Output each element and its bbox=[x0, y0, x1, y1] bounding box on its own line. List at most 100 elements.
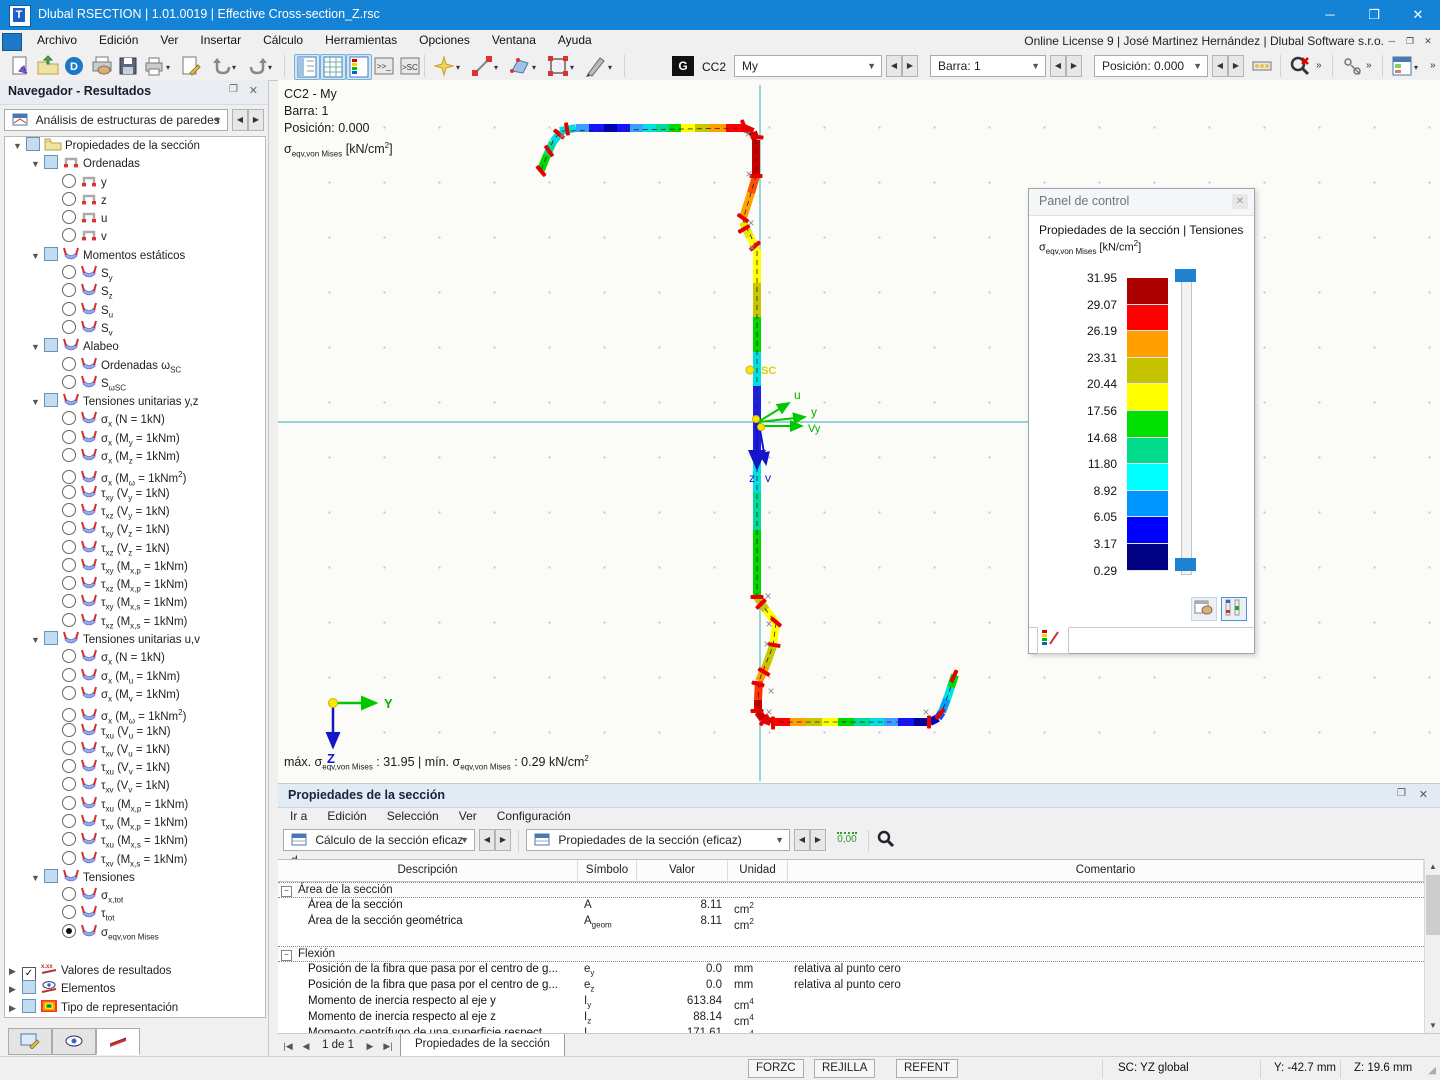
new-file-icon[interactable] bbox=[8, 54, 32, 78]
tree-result-item[interactable]: τxz (Mx,s = 1kNm) bbox=[5, 613, 265, 631]
tree-result-item[interactable]: σx,tot bbox=[5, 887, 265, 905]
tree-radio[interactable] bbox=[62, 210, 76, 224]
next-table-button[interactable]: ▶ bbox=[495, 829, 511, 851]
tree-result-item[interactable]: Sy bbox=[5, 265, 265, 283]
next-bar-button[interactable]: ▶ bbox=[1066, 55, 1082, 77]
tree-result-item[interactable]: τxy (Mx,s = 1kNm) bbox=[5, 594, 265, 612]
tree-radio[interactable] bbox=[62, 521, 76, 535]
undo-menu-caret[interactable]: ▾ bbox=[232, 63, 240, 71]
tree-result-item[interactable]: Ordenadas ωSC bbox=[5, 357, 265, 375]
tree-result-item[interactable]: τxu (Vv = 1kN) bbox=[5, 759, 265, 777]
expander-icon[interactable]: ▶ bbox=[9, 999, 22, 1017]
column-header[interactable]: Comentario bbox=[788, 860, 1424, 882]
table-select[interactable]: Propiedades de la sección (eficaz) ▼ bbox=[526, 829, 790, 851]
node-tool-icon[interactable] bbox=[432, 54, 456, 78]
menu-insertar[interactable]: Insertar bbox=[189, 30, 252, 50]
tree-radio[interactable] bbox=[62, 357, 76, 371]
tree-radio[interactable] bbox=[62, 503, 76, 517]
tree-result-item[interactable]: σx (Mω = 1kNm2) bbox=[5, 704, 265, 722]
tree-result-item[interactable]: z bbox=[5, 192, 265, 210]
next-position-button[interactable]: ▶ bbox=[1228, 55, 1244, 77]
prev-result-button[interactable]: ◀ bbox=[886, 55, 902, 77]
expander-icon[interactable]: ▼ bbox=[13, 137, 26, 155]
undo-icon[interactable] bbox=[210, 54, 234, 78]
props-menu-edicin[interactable]: Edición bbox=[317, 807, 376, 825]
search-values-icon[interactable] bbox=[876, 829, 896, 852]
print-menu-caret[interactable]: ▾ bbox=[166, 63, 174, 71]
save-icon[interactable] bbox=[116, 54, 140, 78]
tree-root-item[interactable]: ▶Elementos bbox=[5, 980, 265, 998]
table-group-row[interactable]: −Flexión bbox=[278, 946, 1424, 962]
tree-radio[interactable] bbox=[62, 613, 76, 627]
props-menu-ver[interactable]: Ver bbox=[449, 807, 487, 825]
display-properties-caret[interactable]: ▾ bbox=[1414, 63, 1422, 71]
tree-radio[interactable] bbox=[62, 708, 76, 722]
tree-result-item[interactable]: τxv (Vu = 1kN) bbox=[5, 741, 265, 759]
tree-group[interactable]: ▼Tensiones unitarias u,v bbox=[5, 631, 265, 649]
tree-radio[interactable] bbox=[62, 192, 76, 206]
tree-result-item[interactable]: τxz (Vz = 1kN) bbox=[5, 540, 265, 558]
dimension-tool-icon[interactable] bbox=[584, 54, 608, 78]
surface-tool-caret[interactable]: ▾ bbox=[532, 63, 540, 71]
tab-display-navigator[interactable] bbox=[52, 1028, 96, 1055]
expander-icon[interactable]: ▶ bbox=[9, 962, 22, 980]
tree-result-item[interactable]: τxy (Mx,p = 1kNm) bbox=[5, 558, 265, 576]
status-toggle-refent[interactable]: REFENT bbox=[896, 1059, 958, 1078]
scroll-down-icon[interactable]: ▼ bbox=[1426, 1018, 1440, 1033]
navigator-type-select[interactable]: Análisis de estructuras de paredes ... ▼ bbox=[4, 109, 228, 131]
toggle-tables-icon[interactable] bbox=[320, 54, 346, 80]
tree-root-item[interactable]: ▶✓x.xxValores de resultados bbox=[5, 962, 265, 980]
restore-button[interactable]: ❐ bbox=[1352, 0, 1396, 30]
last-page-button[interactable]: ▶| bbox=[380, 1038, 396, 1054]
tree-checkbox[interactable]: ✓ bbox=[22, 967, 36, 981]
tree-result-item[interactable]: Sv bbox=[5, 320, 265, 338]
tree-result-item[interactable]: Sz bbox=[5, 283, 265, 301]
column-header[interactable]: Descripción bbox=[278, 860, 578, 882]
next-navigator-button[interactable]: ▶ bbox=[248, 109, 264, 131]
tree-group[interactable]: ▼Ordenadas bbox=[5, 155, 265, 173]
snap-icon[interactable] bbox=[1340, 54, 1364, 78]
tree-group[interactable]: ▼Tensiones bbox=[5, 869, 265, 887]
tree-radio[interactable] bbox=[62, 558, 76, 572]
float-icon[interactable]: ❐ bbox=[1397, 788, 1406, 799]
tree-result-item[interactable]: τxz (Vy = 1kN) bbox=[5, 503, 265, 521]
tree-group[interactable]: ▼Tensiones unitarias y,z bbox=[5, 393, 265, 411]
table-scrollbar[interactable]: ▲ ▼ bbox=[1424, 859, 1440, 1033]
toggle-panel-icon[interactable] bbox=[346, 54, 372, 80]
expander-icon[interactable]: ▼ bbox=[31, 247, 44, 265]
dlubal-model-icon[interactable]: D bbox=[62, 54, 86, 78]
line-tool-caret[interactable]: ▾ bbox=[494, 63, 502, 71]
props-menu-configuracin[interactable]: Configuración bbox=[487, 807, 581, 825]
tree-radio[interactable] bbox=[62, 448, 76, 462]
tree-checkbox[interactable] bbox=[44, 393, 58, 407]
tree-result-item[interactable]: τxz (Mx,p = 1kNm) bbox=[5, 576, 265, 594]
tree-result-item[interactable]: τxu (Vu = 1kN) bbox=[5, 723, 265, 741]
collapse-icon[interactable]: − bbox=[281, 950, 292, 961]
tree-result-item[interactable]: v bbox=[5, 228, 265, 246]
expander-icon[interactable]: ▼ bbox=[31, 338, 44, 356]
child-close-icon[interactable]: ✕ bbox=[1420, 34, 1436, 48]
tree-result-item[interactable]: σx (Mω = 1kNm2) bbox=[5, 466, 265, 484]
float-icon[interactable]: ❐ bbox=[229, 84, 238, 95]
tree-radio[interactable] bbox=[62, 470, 76, 484]
tree-checkbox[interactable] bbox=[44, 247, 58, 261]
table-row[interactable]: Posición de la fibra que pasa por el cen… bbox=[278, 962, 1424, 978]
prev-navigator-button[interactable]: ◀ bbox=[232, 109, 248, 131]
expander-icon[interactable]: ▼ bbox=[31, 393, 44, 411]
open-file-icon[interactable] bbox=[36, 54, 60, 78]
node-tool-caret[interactable]: ▾ bbox=[456, 63, 464, 71]
menu-opciones[interactable]: Opciones bbox=[408, 30, 481, 50]
table-row[interactable]: Momento de inercia respecto al eje yIy61… bbox=[278, 994, 1424, 1010]
more-tools-chevron[interactable]: » bbox=[1316, 60, 1322, 71]
tree-radio[interactable] bbox=[62, 594, 76, 608]
next-result-button[interactable]: ▶ bbox=[902, 55, 918, 77]
menu-archivo[interactable]: Archivo bbox=[26, 30, 88, 50]
scroll-up-icon[interactable]: ▲ bbox=[1426, 859, 1440, 874]
tree-result-item[interactable]: τxu (Mx,p = 1kNm) bbox=[5, 796, 265, 814]
child-restore-icon[interactable]: ❐ bbox=[1402, 34, 1418, 48]
tree-result-item[interactable]: SωSC bbox=[5, 375, 265, 393]
tree-radio[interactable] bbox=[62, 741, 76, 755]
more-display-chevron[interactable]: » bbox=[1430, 60, 1436, 71]
result-diagram-icon[interactable] bbox=[1250, 54, 1274, 78]
tree-checkbox[interactable] bbox=[44, 869, 58, 883]
